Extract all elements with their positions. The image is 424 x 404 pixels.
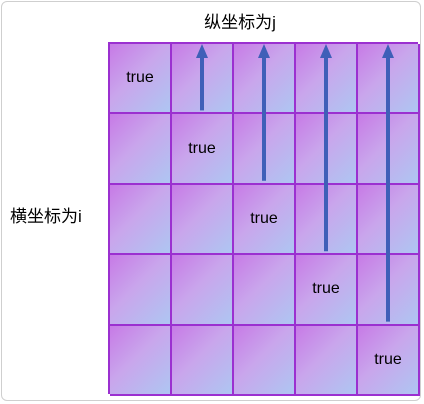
cell-value: true [188, 139, 216, 157]
grid-cell-3-3: true [296, 255, 358, 326]
column-axis-label: 纵坐标为j [204, 13, 276, 32]
grid-cell-3-0 [110, 255, 172, 326]
grid-cell-0-3 [296, 44, 358, 115]
grid-cell-1-2 [234, 114, 296, 185]
grid-cell-4-3 [296, 325, 358, 396]
grid-cell-3-4 [358, 255, 420, 326]
cell-value: true [374, 350, 402, 368]
grid-cell-0-4 [358, 44, 420, 115]
grid-cell-1-4 [358, 114, 420, 185]
cell-value: true [250, 209, 278, 227]
grid-cell-2-4 [358, 184, 420, 256]
grid-cell-0-1 [172, 44, 234, 115]
grid-cell-3-2 [234, 255, 296, 326]
grid-cell-3-1 [172, 255, 234, 326]
grid-cell-2-2: true [234, 184, 296, 256]
grid-cell-4-4: true [358, 325, 420, 396]
grid-cell-1-3 [296, 114, 358, 185]
grid-cell-1-0 [110, 114, 172, 185]
grid-cell-2-0 [110, 184, 172, 256]
grid-cell-4-2 [234, 325, 296, 396]
row-axis-label: 横坐标为i [10, 207, 82, 226]
grid-cell-1-1: true [172, 114, 234, 185]
matrix-grid: true true true true true [108, 42, 420, 396]
cell-value: true [312, 280, 340, 298]
grid-cell-0-0: true [110, 44, 172, 115]
grid-cell-4-1 [172, 325, 234, 396]
grid-cell-4-0 [110, 325, 172, 396]
cell-value: true [126, 69, 154, 87]
grid-cell-2-3 [296, 184, 358, 256]
grid-cell-2-1 [172, 184, 234, 256]
grid-cell-0-2 [234, 44, 296, 115]
